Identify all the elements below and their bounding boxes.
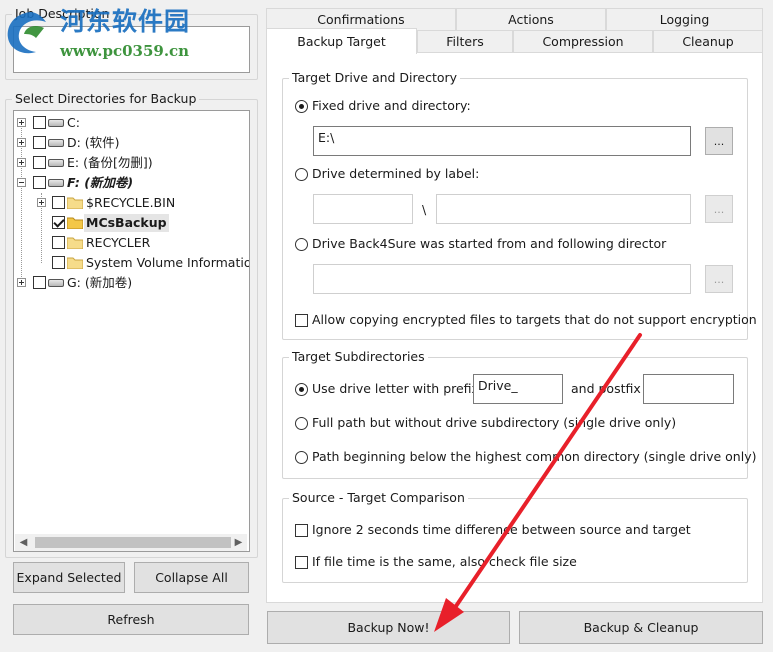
tree-item-g[interactable]: G: (新加卷) — [14, 273, 249, 293]
tree-item-label: E: (备份[勿删]) — [67, 155, 153, 170]
use-drive-letter-label[interactable]: Use drive letter with prefix — [312, 381, 479, 397]
tab-filters[interactable]: Filters — [417, 30, 513, 52]
expand-icon[interactable] — [17, 158, 26, 167]
expand-icon[interactable] — [37, 198, 46, 207]
watermark-logo-icon — [7, 12, 47, 54]
drive-icon — [48, 119, 64, 127]
tree-item-label: D: (软件) — [67, 135, 120, 150]
collapse-all-button[interactable]: Collapse All — [134, 562, 249, 593]
started-from-radio[interactable] — [295, 238, 308, 251]
prefix-input[interactable]: Drive_ — [473, 374, 563, 404]
drive-by-label-label[interactable]: Drive determined by label: — [312, 166, 479, 182]
drive-icon — [48, 139, 64, 147]
drive-icon — [48, 179, 64, 187]
started-from-label[interactable]: Drive Back4Sure was started from and fol… — [312, 236, 666, 252]
full-path-radio[interactable] — [295, 417, 308, 430]
folder-icon — [67, 237, 83, 249]
directory-tree[interactable]: C: D: (软件) E: (备份[勿删]) F: (新加卷) $RECYCLE… — [13, 110, 250, 552]
tab-confirmations[interactable]: Confirmations — [266, 8, 456, 30]
tab-logging[interactable]: Logging — [606, 8, 763, 30]
tree-item-label: System Volume Information — [86, 255, 250, 270]
path-beginning-label[interactable]: Path beginning below the highest common … — [312, 449, 756, 465]
expand-icon[interactable] — [17, 118, 26, 127]
tab-backup-target[interactable]: Backup Target — [266, 28, 417, 54]
fixed-drive-input[interactable]: E:\ — [313, 126, 691, 156]
tree-checkbox[interactable] — [52, 256, 65, 269]
drive-label-path-input[interactable] — [436, 194, 691, 224]
check-file-size-checkbox[interactable] — [295, 556, 308, 569]
and-postfix-label: and postfix — [571, 381, 641, 396]
tree-checkbox[interactable] — [33, 276, 46, 289]
fixed-drive-label[interactable]: Fixed drive and directory: — [312, 98, 471, 114]
tree-item-e[interactable]: E: (备份[勿删]) — [14, 153, 249, 173]
watermark-url: www.pc0359.cn — [60, 42, 190, 60]
target-drive-title: Target Drive and Directory — [289, 70, 461, 86]
tree-checkbox[interactable] — [33, 176, 46, 189]
tree-checkbox[interactable] — [33, 136, 46, 149]
drive-icon — [48, 279, 64, 287]
tree-item-d[interactable]: D: (软件) — [14, 133, 249, 153]
path-beginning-radio[interactable] — [295, 451, 308, 464]
tree-item-system-volume-information[interactable]: System Volume Information — [14, 253, 249, 273]
expand-selected-button[interactable]: Expand Selected — [13, 562, 125, 593]
tree-item-label: C: — [67, 115, 80, 130]
allow-encrypted-checkbox[interactable] — [295, 314, 308, 327]
drive-label-browse-button[interactable]: ... — [705, 195, 733, 223]
ignore-2s-label[interactable]: Ignore 2 seconds time difference between… — [312, 522, 691, 538]
tree-checkbox[interactable] — [33, 116, 46, 129]
backup-now-button[interactable]: Backup Now! — [267, 611, 510, 644]
allow-encrypted-label[interactable]: Allow copying encrypted files to targets… — [312, 312, 757, 328]
tree-item-label: $RECYCLE.BIN — [86, 195, 176, 210]
target-subdirectories-title: Target Subdirectories — [289, 349, 428, 365]
tree-item-label: MCsBackup — [84, 214, 169, 232]
tree-item-c[interactable]: C: — [14, 113, 249, 133]
folder-icon — [67, 217, 83, 229]
tree-item-recycle-bin[interactable]: $RECYCLE.BIN — [14, 193, 249, 213]
started-from-browse-button[interactable]: ... — [705, 265, 733, 293]
tree-item-recycler[interactable]: RECYCLER — [14, 233, 249, 253]
tree-item-f[interactable]: F: (新加卷) — [14, 173, 249, 193]
tree-item-label: G: (新加卷) — [67, 275, 133, 290]
fixed-drive-browse-button[interactable]: ... — [705, 127, 733, 155]
tree-item-mcsbackup[interactable]: MCsBackup — [14, 213, 249, 233]
tree-item-label: F: (新加卷) — [67, 175, 134, 190]
postfix-input[interactable] — [643, 374, 734, 404]
backup-cleanup-button[interactable]: Backup & Cleanup — [519, 611, 763, 644]
expand-icon[interactable] — [17, 138, 26, 147]
tab-compression[interactable]: Compression — [513, 30, 653, 52]
started-from-input[interactable] — [313, 264, 691, 294]
comparison-title: Source - Target Comparison — [289, 490, 468, 506]
folder-icon — [67, 257, 83, 269]
tree-checkbox[interactable] — [52, 196, 65, 209]
drive-by-label-radio[interactable] — [295, 168, 308, 181]
tree-item-label: RECYCLER — [86, 235, 151, 250]
drive-icon — [48, 159, 64, 167]
tab-actions[interactable]: Actions — [456, 8, 606, 30]
expand-icon[interactable] — [17, 278, 26, 287]
folder-icon — [67, 197, 83, 209]
scrollbar-thumb[interactable] — [35, 537, 231, 548]
scroll-right-icon[interactable]: ▶ — [230, 534, 247, 551]
drive-label-input[interactable] — [313, 194, 413, 224]
full-path-label[interactable]: Full path but without drive subdirectory… — [312, 415, 676, 431]
ignore-2s-checkbox[interactable] — [295, 524, 308, 537]
refresh-button[interactable]: Refresh — [13, 604, 249, 635]
comparison-group: Source - Target Comparison — [282, 490, 748, 583]
tree-checkbox[interactable] — [52, 236, 65, 249]
check-file-size-label[interactable]: If file time is the same, also check fil… — [312, 554, 577, 570]
tree-checkbox[interactable] — [52, 216, 65, 229]
watermark-logo-text: 河东软件园 — [60, 7, 191, 36]
select-directories-label: Select Directories for Backup — [12, 91, 200, 107]
use-drive-letter-radio[interactable] — [295, 383, 308, 396]
tab-cleanup[interactable]: Cleanup — [653, 30, 763, 52]
fixed-drive-radio[interactable] — [295, 100, 308, 113]
path-separator: \ — [422, 202, 427, 217]
collapse-icon[interactable] — [17, 178, 26, 187]
tree-checkbox[interactable] — [33, 156, 46, 169]
tree-horizontal-scrollbar[interactable]: ◀ ▶ — [15, 534, 247, 551]
scroll-left-icon[interactable]: ◀ — [15, 534, 32, 551]
